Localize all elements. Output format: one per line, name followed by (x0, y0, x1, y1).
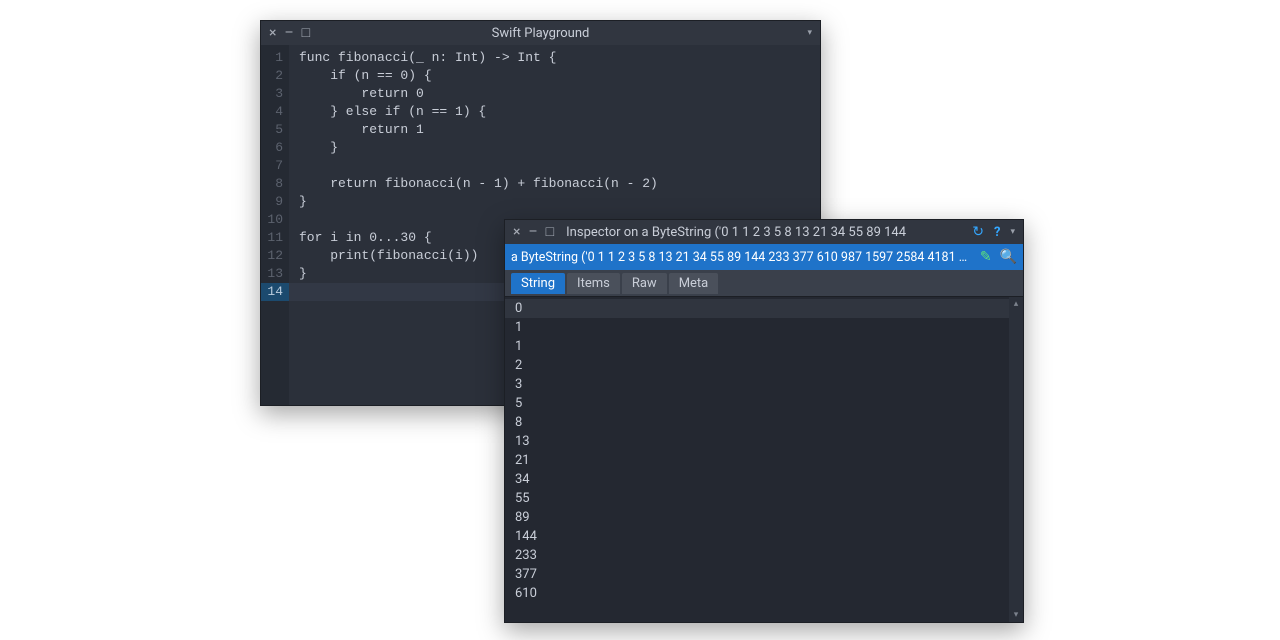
minimize-icon[interactable]: – (284, 26, 293, 40)
line-number: 4 (261, 103, 283, 121)
tab-items[interactable]: Items (567, 273, 620, 294)
code-line[interactable]: } (299, 193, 810, 211)
minimize-icon[interactable]: – (528, 225, 537, 239)
line-number: 5 (261, 121, 283, 139)
code-line[interactable]: if (n == 0) { (299, 67, 810, 85)
list-item[interactable]: 2 (505, 356, 1009, 375)
list-item[interactable]: 0 (505, 299, 1009, 318)
edit-icon[interactable]: ✎ (980, 249, 992, 265)
tab-string[interactable]: String (511, 273, 565, 294)
line-number: 7 (261, 157, 283, 175)
list-item[interactable]: 144 (505, 527, 1009, 546)
inspector-title: Inspector on a ByteString ('0 1 1 2 3 5 … (562, 225, 964, 240)
list-item[interactable]: 1 (505, 337, 1009, 356)
code-line[interactable]: func fibonacci(_ n: Int) -> Int { (299, 49, 810, 67)
scrollbar[interactable]: ▴ ▾ (1009, 297, 1023, 622)
line-number: 9 (261, 193, 283, 211)
list-item[interactable]: 34 (505, 470, 1009, 489)
inspector-header-text: a ByteString ('0 1 1 2 3 5 8 13 21 34 55… (511, 250, 972, 265)
line-number: 1 (261, 49, 283, 67)
line-number: 11 (261, 229, 283, 247)
inspector-list[interactable]: 01123581321345589144233377610 (505, 297, 1009, 622)
line-number-gutter: 1234567891011121314 (261, 45, 289, 405)
list-item[interactable]: 377 (505, 565, 1009, 584)
inspector-tabbar: StringItemsRawMeta (505, 270, 1023, 296)
help-icon[interactable]: ? (994, 225, 1000, 240)
list-item[interactable]: 5 (505, 394, 1009, 413)
close-icon[interactable]: × (513, 225, 520, 239)
code-line[interactable]: } (299, 139, 810, 157)
list-item[interactable]: 21 (505, 451, 1009, 470)
tab-raw[interactable]: Raw (622, 273, 667, 294)
line-number: 13 (261, 265, 283, 283)
list-item[interactable]: 13 (505, 432, 1009, 451)
list-item[interactable]: 89 (505, 508, 1009, 527)
line-number: 2 (261, 67, 283, 85)
maximize-icon[interactable]: □ (546, 225, 554, 239)
list-item[interactable]: 610 (505, 584, 1009, 603)
list-item[interactable]: 1 (505, 318, 1009, 337)
inspector-titlebar[interactable]: × – □ Inspector on a ByteString ('0 1 1 … (505, 220, 1023, 244)
code-line[interactable]: return fibonacci(n - 1) + fibonacci(n - … (299, 175, 810, 193)
code-line[interactable]: return 0 (299, 85, 810, 103)
list-item[interactable]: 3 (505, 375, 1009, 394)
code-line[interactable] (299, 157, 810, 175)
inspector-list-container: 01123581321345589144233377610 ▴ ▾ (505, 296, 1023, 622)
close-icon[interactable]: × (269, 26, 276, 40)
playground-titlebar[interactable]: × – □ Swift Playground ▾ (261, 21, 820, 45)
refresh-icon[interactable]: ↻ (972, 224, 984, 240)
inspector-header-row: a ByteString ('0 1 1 2 3 5 8 13 21 34 55… (505, 244, 1023, 270)
inspector-window: × – □ Inspector on a ByteString ('0 1 1 … (504, 219, 1024, 623)
scroll-down-icon[interactable]: ▾ (1009, 608, 1023, 622)
list-item[interactable]: 8 (505, 413, 1009, 432)
window-menu-icon[interactable]: ▾ (807, 28, 812, 38)
line-number: 6 (261, 139, 283, 157)
line-number: 12 (261, 247, 283, 265)
search-icon[interactable]: 🔍 (1000, 249, 1017, 265)
code-line[interactable]: } else if (n == 1) { (299, 103, 810, 121)
line-number: 8 (261, 175, 283, 193)
code-line[interactable]: return 1 (299, 121, 810, 139)
line-number: 3 (261, 85, 283, 103)
scroll-up-icon[interactable]: ▴ (1009, 297, 1023, 311)
maximize-icon[interactable]: □ (302, 26, 310, 40)
line-number: 10 (261, 211, 283, 229)
window-menu-icon[interactable]: ▾ (1010, 227, 1015, 237)
line-number: 14 (261, 283, 289, 301)
list-item[interactable]: 55 (505, 489, 1009, 508)
tab-meta[interactable]: Meta (669, 273, 719, 294)
list-item[interactable]: 233 (505, 546, 1009, 565)
playground-title: Swift Playground (261, 26, 820, 41)
